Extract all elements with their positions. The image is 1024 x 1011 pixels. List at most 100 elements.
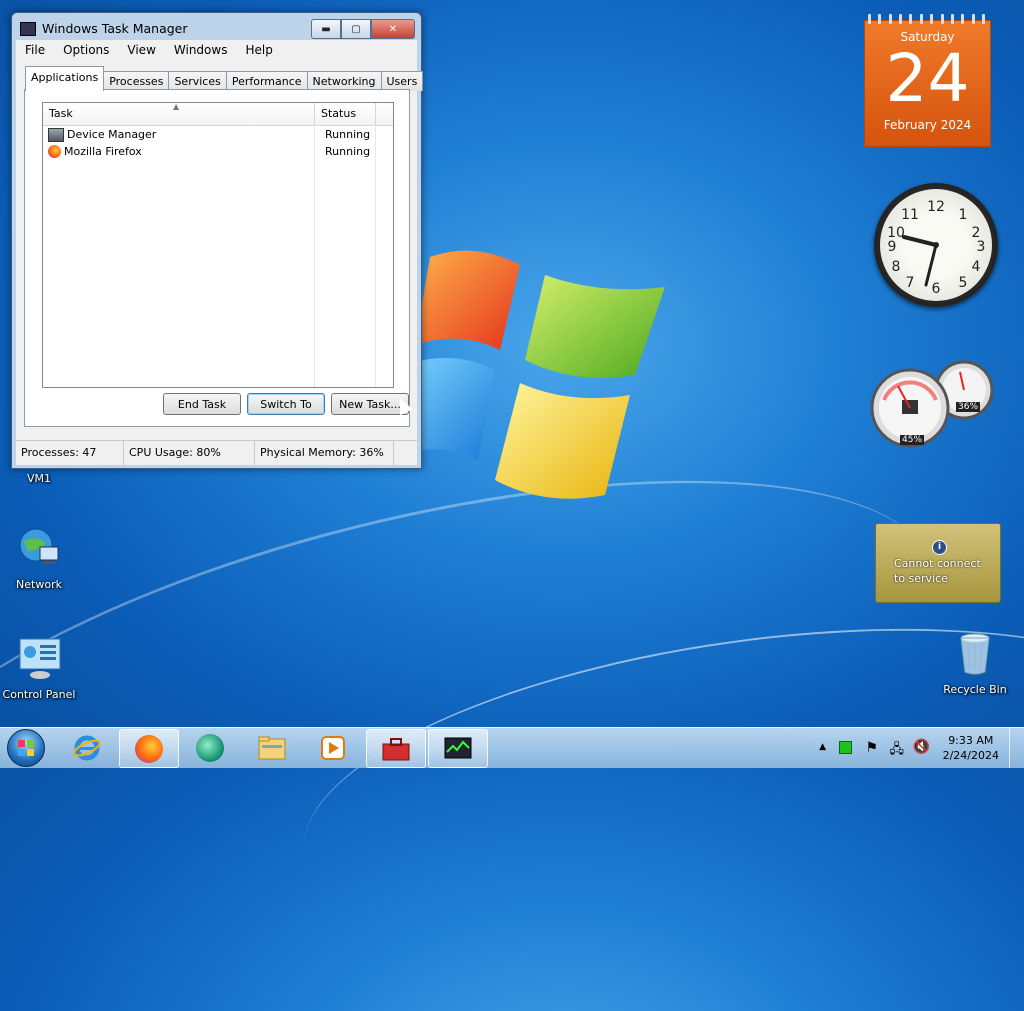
window-title-bar[interactable]: Windows Task Manager	[20, 21, 188, 36]
tab-processes[interactable]: Processes	[103, 71, 170, 91]
svg-text:10: 10	[887, 225, 905, 241]
close-icon: ✕	[388, 23, 398, 35]
firefox-icon	[135, 734, 163, 763]
status-bar: Processes: 47 CPU Usage: 80% Physical Me…	[16, 440, 417, 465]
tab-performance[interactable]: Performance	[225, 71, 308, 91]
task-status: Running	[325, 145, 371, 158]
desktop-icon-recycle-bin[interactable]: Recycle Bin	[936, 630, 1014, 696]
desktop-icon-label: VM1	[26, 472, 51, 485]
caption-buttons: ▬ ▢ ✕	[311, 19, 415, 39]
toolbox-icon	[382, 737, 410, 760]
svg-text:12: 12	[927, 199, 945, 215]
svg-text:4: 4	[972, 259, 981, 275]
minimize-icon: ▬	[321, 23, 331, 35]
taskbar-task-manager[interactable]	[428, 729, 488, 768]
applications-panel: ▲ Task Status Device Manager Running Moz…	[24, 89, 410, 427]
svg-text:6: 6	[932, 281, 941, 297]
firefox-icon	[48, 145, 61, 158]
start-button[interactable]	[3, 728, 49, 768]
tab-users[interactable]: Users	[380, 71, 424, 91]
network-tray-icon[interactable]: 🖧	[890, 740, 905, 762]
info-icon: i	[932, 540, 947, 555]
weather-gadget[interactable]: i Cannot connect to service	[875, 523, 1001, 603]
column-header-status[interactable]: Status	[315, 103, 376, 125]
clock-date: 2/24/2024	[942, 749, 999, 762]
svg-text:11: 11	[901, 207, 919, 223]
tab-networking[interactable]: Networking	[306, 71, 382, 91]
cpu-meter-gadget[interactable]: 45% 36%	[870, 360, 998, 456]
menu-file[interactable]: File	[16, 40, 54, 60]
menu-bar: File Options View Windows Help	[16, 40, 417, 60]
minimize-button[interactable]: ▬	[311, 19, 341, 39]
desktop-icon-vm1[interactable]: VM1	[0, 472, 78, 485]
windows-orb-icon	[7, 729, 45, 767]
close-button[interactable]: ✕	[371, 19, 415, 39]
task-status: Running	[325, 128, 371, 141]
taskbar-media-player[interactable]	[304, 729, 362, 766]
end-task-button[interactable]: End Task	[163, 393, 241, 415]
task-manager-window[interactable]: Windows Task Manager ▬ ▢ ✕ File Options …	[11, 12, 424, 469]
desktop-icon-control-panel[interactable]: Control Panel	[0, 635, 78, 701]
taskbar: ▲ ⚑ 🖧 🔇 9:33 AM 2/24/2024	[0, 727, 1024, 768]
svg-text:7: 7	[906, 275, 915, 291]
taskbar-internet-explorer[interactable]	[58, 729, 116, 766]
volume-muted-icon[interactable]: 🔇	[913, 739, 930, 755]
task-name: Device Manager	[67, 128, 157, 141]
recycle-bin-icon	[960, 633, 990, 675]
table-row[interactable]: Mozilla Firefox Running	[43, 143, 393, 160]
column-divider	[375, 125, 376, 387]
table-row[interactable]: Device Manager Running	[43, 126, 393, 143]
weather-error-message: Cannot connect to service	[894, 556, 981, 586]
task-name: Mozilla Firefox	[64, 145, 142, 158]
tab-applications[interactable]: Applications	[25, 66, 105, 91]
media-center-icon	[196, 733, 224, 762]
vm-status-icon[interactable]	[839, 741, 852, 754]
status-physical-memory: Physical Memory: 36%	[255, 441, 394, 465]
windows-logo	[400, 250, 665, 499]
show-hidden-icons-icon[interactable]: ▲	[819, 742, 826, 752]
task-list[interactable]: ▲ Task Status Device Manager Running Moz…	[42, 102, 394, 388]
task-manager-icon	[20, 21, 36, 36]
memory-percent: 36%	[956, 402, 981, 412]
tab-strip: Applications Processes Services Performa…	[25, 66, 424, 91]
desktop-icon-label: Recycle Bin	[943, 683, 1007, 696]
taskbar-explorer[interactable]	[243, 729, 301, 766]
clock-gadget[interactable]: 12 1 2 345 678 9 10 11	[874, 183, 998, 307]
column-divider	[314, 125, 315, 387]
tab-services[interactable]: Services	[168, 71, 227, 91]
column-header-task[interactable]: ▲ Task	[43, 102, 315, 125]
taskbar-media-center[interactable]	[181, 729, 239, 766]
clock-time: 9:33 AM	[948, 734, 994, 747]
maximize-icon: ▢	[351, 23, 361, 35]
menu-view[interactable]: View	[118, 40, 164, 60]
taskbar-toolbox[interactable]	[366, 729, 426, 768]
status-processes: Processes: 47	[16, 441, 124, 465]
desktop-icon-label: Network	[16, 578, 62, 591]
desktop-icon-network[interactable]: Network	[0, 525, 78, 591]
menu-help[interactable]: Help	[236, 40, 281, 60]
svg-text:1: 1	[959, 207, 968, 223]
taskbar-clock[interactable]: 9:33 AM 2/24/2024	[943, 733, 999, 763]
taskbar-firefox[interactable]	[119, 729, 179, 768]
switch-to-button[interactable]: Switch To	[247, 393, 325, 415]
control-panel-icon	[19, 638, 61, 679]
window-title: Windows Task Manager	[42, 21, 188, 36]
svg-text:3: 3	[977, 239, 986, 255]
maximize-button[interactable]: ▢	[341, 19, 371, 39]
calendar-binding-rings	[868, 14, 985, 24]
menu-windows[interactable]: Windows	[165, 40, 237, 60]
svg-text:5: 5	[959, 275, 968, 291]
weather-message-line: Cannot connect	[894, 557, 981, 570]
task-manager-icon	[444, 737, 472, 758]
cpu-percent: 45%	[900, 435, 925, 445]
window-client-area: Applications Processes Services Performa…	[16, 60, 424, 465]
show-desktop-button[interactable]	[1009, 728, 1024, 768]
calendar-gadget[interactable]: Saturday 24 February 2024	[864, 14, 991, 147]
calendar-month-year: February 2024	[883, 118, 972, 132]
action-center-flag-icon[interactable]: ⚑	[865, 740, 878, 756]
clock-face: 12 12 345 678 91011	[880, 189, 992, 301]
list-header: ▲ Task Status	[43, 102, 393, 126]
menu-options[interactable]: Options	[54, 40, 118, 60]
folder-icon	[258, 736, 286, 759]
media-player-icon	[321, 735, 345, 760]
